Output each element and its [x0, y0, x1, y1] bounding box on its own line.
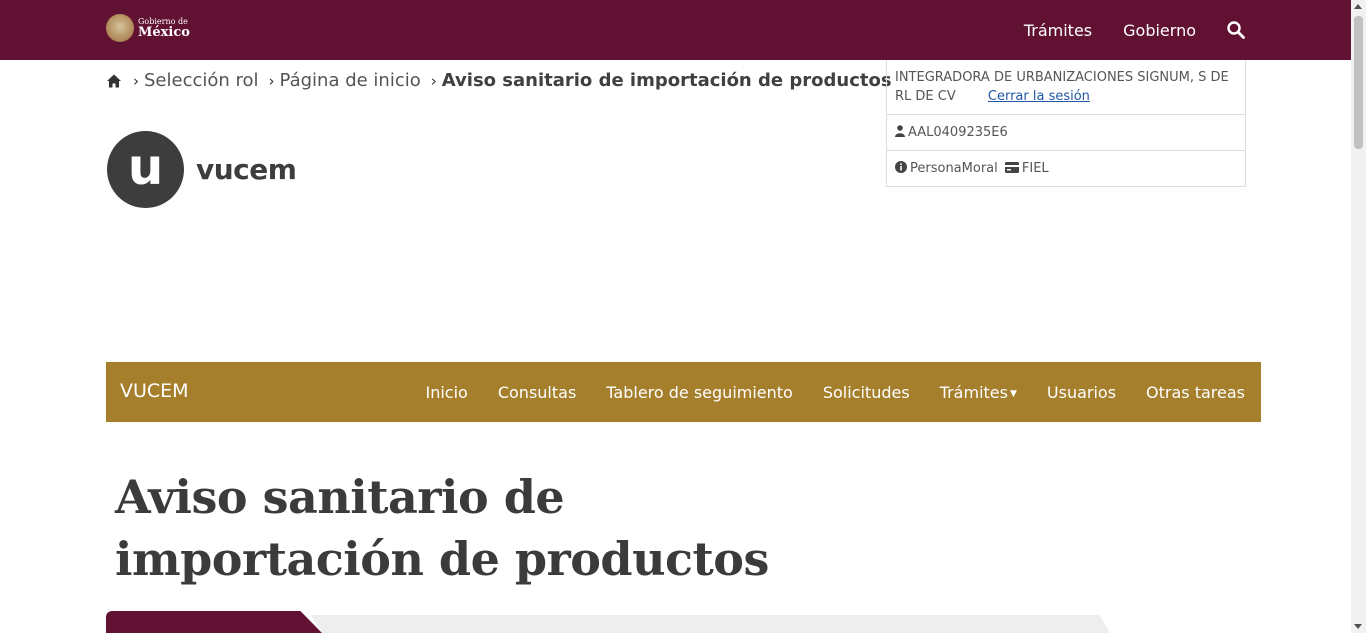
user-rfc-row: AAL0409235E6: [887, 115, 1245, 151]
breadcrumb-pagina-inicio[interactable]: Página de inicio: [280, 70, 421, 91]
caret-down-icon: ▼: [1009, 388, 1017, 399]
gobierno-mexico-logo[interactable]: Gobierno de México: [106, 14, 190, 42]
top-header: Gobierno de México Trámites Gobierno: [0, 0, 1351, 60]
logout-link[interactable]: Cerrar la sesión: [988, 89, 1090, 104]
chevron-right-icon: ›: [268, 71, 275, 90]
search-icon[interactable]: [1226, 20, 1246, 40]
nav-item-otras-tareas[interactable]: Otras tareas: [1146, 383, 1245, 402]
chevron-right-icon: ›: [430, 71, 437, 90]
nav-item-usuarios[interactable]: Usuarios: [1047, 383, 1116, 402]
user-icon: [895, 125, 905, 137]
wizard-step-3[interactable]: [524, 615, 734, 633]
top-nav-tramites[interactable]: Trámites: [1024, 21, 1092, 40]
scroll-down-icon[interactable]: [1354, 624, 1362, 629]
page-title-line2: importación de productos: [115, 532, 769, 586]
home-icon[interactable]: [106, 73, 122, 89]
breadcrumb: › Selección rol › Página de inicio › Avi…: [106, 70, 892, 91]
vucem-logo[interactable]: u vucem: [107, 131, 297, 208]
nav-item-inicio[interactable]: Inicio: [426, 383, 468, 402]
person-type: PersonaMoral: [910, 161, 998, 176]
signature-type: FIEL: [1021, 161, 1049, 176]
wizard-step-4[interactable]: [718, 615, 918, 633]
scroll-up-icon[interactable]: [1354, 4, 1362, 9]
wizard-step-5[interactable]: [902, 615, 1110, 633]
top-nav-gobierno[interactable]: Gobierno: [1123, 21, 1196, 40]
nav-item-tramites-label: Trámites: [939, 382, 1008, 402]
chevron-right-icon: ›: [133, 71, 139, 90]
top-nav: Trámites Gobierno: [993, 0, 1246, 60]
main-nav-menu: Inicio Consultas Tablero de seguimiento …: [396, 362, 1246, 422]
wizard-step-1-active[interactable]: [106, 611, 322, 633]
credit-card-icon: [1004, 162, 1019, 173]
user-rfc: AAL0409235E6: [908, 125, 1008, 140]
navbar-brand[interactable]: VUCEM: [120, 380, 189, 402]
page-title: Aviso sanitario de importación de produc…: [115, 466, 769, 590]
vucem-logo-circle: u: [107, 131, 184, 208]
page-scrollbar[interactable]: [1351, 0, 1366, 633]
user-info-panel: INTEGRADORA DE URBANIZACIONES SIGNUM, S …: [886, 60, 1246, 187]
user-type-row: PersonaMoral FIEL: [887, 151, 1245, 186]
nav-item-consultas[interactable]: Consultas: [498, 383, 576, 402]
breadcrumb-seleccion-rol[interactable]: Selección rol: [144, 70, 259, 91]
wizard-step-2[interactable]: [311, 615, 541, 633]
wizard-steps: [106, 611, 1110, 633]
vucem-logo-word: vucem: [196, 153, 297, 186]
nav-item-solicitudes[interactable]: Solicitudes: [823, 383, 910, 402]
logo-line2: México: [138, 24, 190, 40]
main-navbar: VUCEM Inicio Consultas Tablero de seguim…: [106, 362, 1261, 422]
mexico-seal-icon: [106, 14, 134, 42]
nav-item-tramites-dropdown[interactable]: Trámites ▼: [940, 383, 1017, 402]
breadcrumb-current: Aviso sanitario de importación de produc…: [441, 70, 892, 91]
info-icon: [895, 161, 907, 173]
user-company-row: INTEGRADORA DE URBANIZACIONES SIGNUM, S …: [887, 60, 1245, 115]
scrollbar-thumb[interactable]: [1354, 16, 1363, 149]
nav-item-tablero[interactable]: Tablero de seguimiento: [606, 383, 793, 402]
page-title-line1: Aviso sanitario de: [115, 470, 565, 524]
